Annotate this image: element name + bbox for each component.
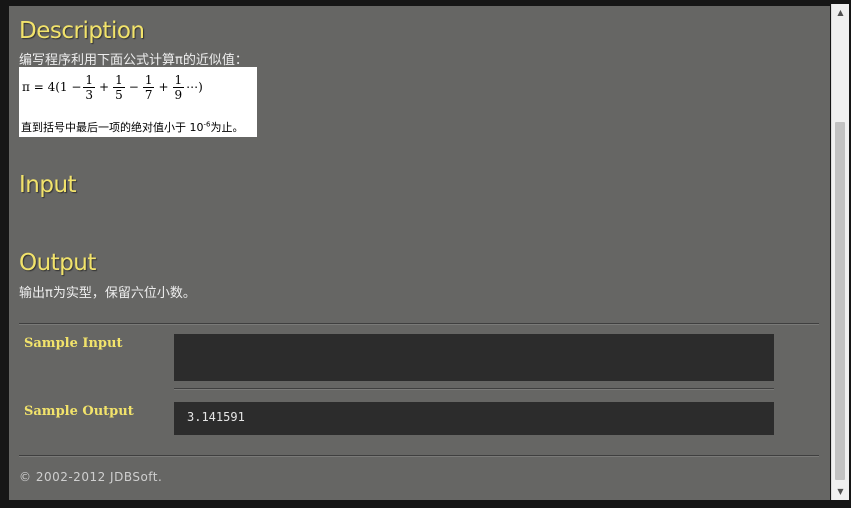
pi-formula: π = 4 (1 − 1 3 + 1 5 − 1 7 + 1 9 ⋯) xyxy=(22,67,203,107)
problem-page: Description 编写程序利用下面公式计算π的近似值： π = 4 (1 … xyxy=(9,6,830,500)
term-denominator: 5 xyxy=(115,87,123,102)
term-denominator: 7 xyxy=(144,87,153,102)
formula-term: 1 7 xyxy=(142,72,155,102)
formula-note: 直到括号中最后一项的绝对值小于 10-6为止。 xyxy=(21,119,243,135)
description-text: 编写程序利用下面公式计算π的近似值： xyxy=(19,53,248,68)
term-denominator: 9 xyxy=(174,87,183,102)
footer-divider xyxy=(19,455,819,457)
scroll-thumb[interactable] xyxy=(835,122,845,480)
note-prefix: 直到括号中最后一项的绝对值小于 10 xyxy=(21,121,204,134)
term-numerator: 1 xyxy=(142,72,155,88)
sample-input-box[interactable] xyxy=(174,334,774,381)
term-numerator: 1 xyxy=(172,72,185,88)
formula-operator: − xyxy=(128,80,139,94)
sample-input-label: Sample Input xyxy=(24,336,123,351)
sample-output-label: Sample Output xyxy=(24,404,134,419)
sample-output-box[interactable]: 3.141591 xyxy=(174,402,774,435)
term-denominator: 3 xyxy=(85,87,94,102)
input-heading: Input xyxy=(19,172,77,198)
term-numerator: 1 xyxy=(83,72,96,88)
window-frame: Description 编写程序利用下面公式计算π的近似值： π = 4 (1 … xyxy=(0,0,851,508)
note-suffix: 为止。 xyxy=(210,121,244,134)
vertical-scrollbar[interactable]: ▲ ▼ xyxy=(831,4,849,500)
description-heading: Description xyxy=(19,18,145,44)
sample-divider xyxy=(174,388,774,390)
formula-lhs: π = 4 xyxy=(22,80,56,94)
output-heading: Output xyxy=(19,250,96,276)
formula-image: π = 4 (1 − 1 3 + 1 5 − 1 7 + 1 9 ⋯) 直到括号… xyxy=(19,67,257,137)
formula-term: 1 5 xyxy=(113,73,125,102)
copyright-footer: © 2002-2012 JDBSoft. xyxy=(19,470,163,484)
formula-operator: + xyxy=(99,80,110,94)
term-numerator: 1 xyxy=(113,72,125,88)
formula-term: 1 3 xyxy=(83,72,96,102)
scroll-down-icon[interactable]: ▼ xyxy=(832,483,849,500)
formula-open: (1 − xyxy=(55,80,82,94)
formula-close: ⋯) xyxy=(186,80,203,94)
formula-operator: + xyxy=(158,80,169,94)
output-text: 输出π为实型，保留六位小数。 xyxy=(19,286,196,301)
scroll-up-icon[interactable]: ▲ xyxy=(832,4,849,21)
divider xyxy=(19,323,819,325)
formula-term: 1 9 xyxy=(172,72,185,102)
